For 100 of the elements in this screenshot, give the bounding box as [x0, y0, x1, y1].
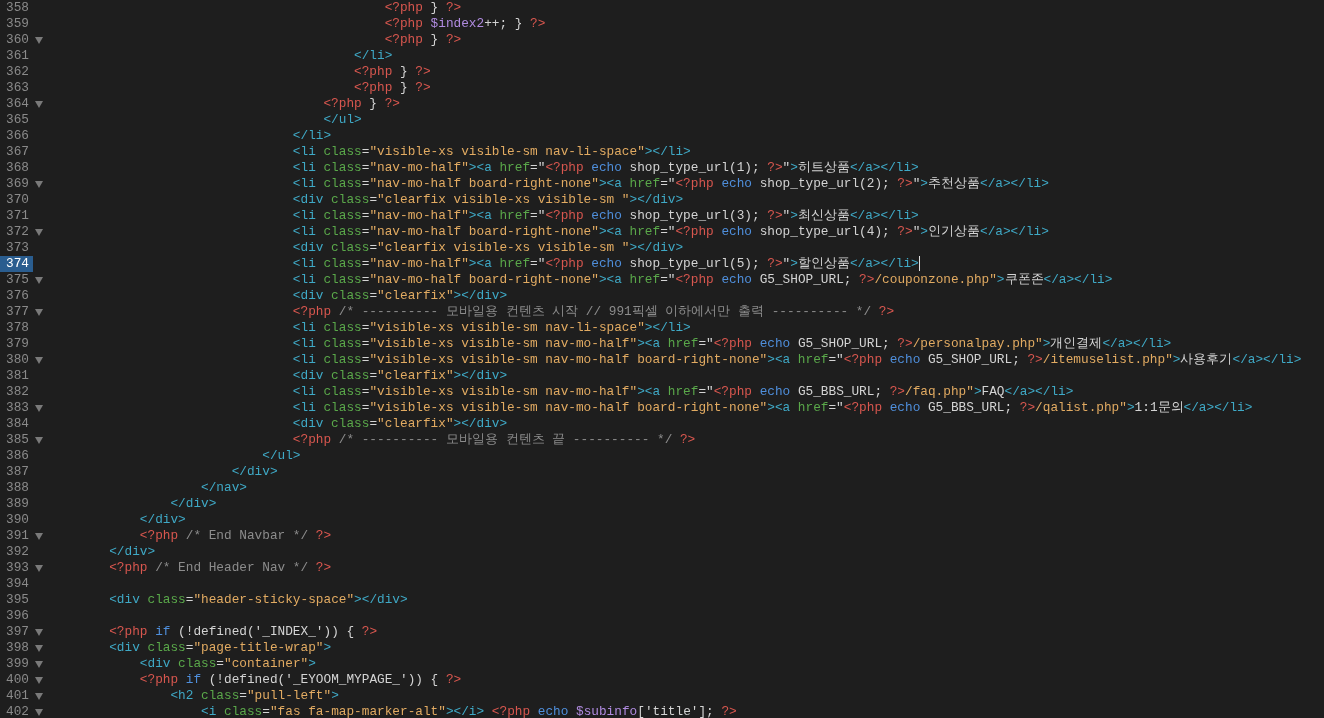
code-line: <?php if (!defined('_INDEX_')) { ?> — [109, 624, 378, 639]
code-line: <?php } ?> — [354, 64, 431, 79]
fold-icon[interactable] — [34, 180, 43, 188]
code-line: <div class="clearfix"></div> — [292, 288, 508, 303]
line-number: 374 — [0, 256, 33, 272]
code-line: <li class="visible-xs visible-sm nav-mo-half"><a href="<?php echo G5_SHOP_URL; ?>/personalpay.php">개인결제</a></li> — [292, 336, 1172, 351]
fold-icon[interactable] — [34, 276, 43, 284]
line-number: 380 — [5, 352, 30, 368]
code-line: </ul> — [323, 112, 362, 127]
line-number: 400 — [5, 672, 30, 688]
code-line: <?php /* End Navbar */ ?> — [139, 528, 332, 543]
code-line: <div class="page-title-wrap"> — [109, 640, 332, 655]
fold-icon[interactable] — [34, 356, 43, 364]
code-line: <li class="nav-mo-half board-right-none"><a href="<?php echo shop_type_url(4); ?>">인기상품</a></li> — [292, 224, 1049, 239]
code-line: </div> — [170, 496, 217, 511]
code-line: <li class="visible-xs visible-sm nav-mo-half board-right-none"><a href="<?php echo G5_BBS_URL; ?>/qalist.php">1:1문의</a></li> — [292, 400, 1253, 415]
line-number: 368 — [5, 160, 30, 176]
code-line: <?php } ?> — [384, 32, 462, 47]
line-number: 399 — [5, 656, 30, 672]
fold-icon[interactable] — [34, 660, 43, 668]
code-line: <li class="nav-mo-half board-right-none"><a href="<?php echo G5_SHOP_URL; ?>/couponzone.php">쿠폰존</a></li> — [292, 272, 1113, 287]
line-number: 373 — [5, 240, 30, 256]
fold-icon[interactable] — [34, 676, 43, 684]
code-line: <?php } ?> — [354, 80, 431, 95]
line-number: 396 — [5, 608, 30, 624]
code-line: <?php /* End Header Nav */ ?> — [109, 560, 332, 575]
line-number: 398 — [5, 640, 30, 656]
code-line: <div class="header-sticky-space"></div> — [109, 592, 408, 607]
line-number: 390 — [5, 512, 30, 528]
code-line: <h2 class="pull-left"> — [170, 688, 339, 703]
code-line: <div class="clearfix"></div> — [292, 368, 508, 383]
line-number: 365 — [5, 112, 30, 128]
line-number: 366 — [5, 128, 30, 144]
code-line: </li> — [354, 48, 393, 63]
code-line: </nav> — [201, 480, 247, 495]
fold-icon[interactable] — [34, 564, 43, 572]
code-line: <?php if (!defined('_EYOOM_MYPAGE_')) { ?> — [139, 672, 462, 687]
line-number: 364 — [5, 96, 30, 112]
code-line: <li class="visible-xs visible-sm nav-li-space"></li> — [292, 144, 691, 159]
line-number: 381 — [5, 368, 30, 384]
line-number: 360 — [5, 32, 30, 48]
code-line: </li> — [292, 128, 332, 143]
line-number: 392 — [5, 544, 30, 560]
line-number: 402 — [5, 704, 30, 718]
code-line: <?php } ?> — [323, 96, 400, 111]
line-number: 393 — [5, 560, 30, 576]
fold-icon[interactable] — [34, 708, 43, 716]
fold-icon[interactable] — [34, 36, 43, 44]
fold-icon[interactable] — [34, 692, 43, 700]
line-number: 363 — [5, 80, 30, 96]
line-number: 386 — [5, 448, 30, 464]
line-number: 359 — [5, 16, 30, 32]
line-number: 385 — [5, 432, 30, 448]
code-line: </div> — [231, 464, 278, 479]
code-line: </ul> — [262, 448, 301, 463]
line-number: 388 — [5, 480, 30, 496]
line-number: 361 — [5, 48, 30, 64]
code-line: <li class="visible-xs visible-sm nav-mo-half"><a href="<?php echo G5_BBS_URL; ?>/faq.php">FAQ</a></li> — [292, 384, 1074, 399]
code-line: <div class="container"> — [139, 656, 316, 671]
code-line: <?php $index2++; } ?> — [384, 16, 546, 31]
line-number: 362 — [5, 64, 30, 80]
line-number: 376 — [5, 288, 30, 304]
line-number: 387 — [5, 464, 30, 480]
line-number: 377 — [5, 304, 30, 320]
line-number: 379 — [5, 336, 30, 352]
code-line: <div class="clearfix"></div> — [292, 416, 508, 431]
line-number: 358 — [5, 0, 30, 16]
fold-icon[interactable] — [34, 100, 43, 108]
line-number: 370 — [5, 192, 30, 208]
line-number: 369 — [5, 176, 30, 192]
fold-icon[interactable] — [34, 628, 43, 636]
fold-icon[interactable] — [34, 532, 43, 540]
line-number: 383 — [5, 400, 30, 416]
fold-icon[interactable] — [34, 228, 43, 236]
code-line: <li class="nav-mo-half"><a href="<?php echo shop_type_url(3); ?>">최신상품</a></li> — [292, 208, 919, 223]
code-line: <li class="nav-mo-half board-right-none"><a href="<?php echo shop_type_url(2); ?>">추천상품</a></li> — [292, 176, 1049, 191]
code-line: <?php } ?> — [384, 0, 462, 15]
code-line: <?php /* ---------- 모바일용 컨텐츠 끝 ---------- */ ?> — [292, 432, 696, 447]
line-number: 394 — [5, 576, 30, 592]
line-number: 378 — [5, 320, 30, 336]
code-line: <li class="nav-mo-half"><a href="<?php echo shop_type_url(1); ?>">히트상품</a></li> — [292, 160, 919, 175]
fold-icon[interactable] — [34, 436, 43, 444]
line-number: 382 — [5, 384, 30, 400]
code-line: </div> — [109, 544, 156, 559]
line-number: 384 — [5, 416, 30, 432]
code-line: <li class="visible-xs visible-sm nav-mo-half board-right-none"><a href="<?php echo G5_SHOP_URL; ?>/itemuselist.php">사용후기</a></li> — [292, 352, 1302, 367]
line-number: 367 — [5, 144, 30, 160]
line-number: 401 — [5, 688, 30, 704]
code-line: <li class="nav-mo-half"><a href="<?php echo shop_type_url(5); ?>">할인상품</a></li> — [292, 256, 919, 271]
fold-icon[interactable] — [34, 644, 43, 652]
line-number: 397 — [5, 624, 30, 640]
line-number: 371 — [5, 208, 30, 224]
fold-icon[interactable] — [34, 308, 43, 316]
fold-icon[interactable] — [34, 404, 43, 412]
line-number: 372 — [5, 224, 30, 240]
code-line: <div class="clearfix visible-xs visible-sm "></div> — [292, 240, 684, 255]
code-line: <i class="fas fa-map-marker-alt"></i> <?php echo $subinfo['title']; ?> — [201, 704, 737, 718]
code-line: </div> — [139, 512, 186, 527]
line-number: 389 — [5, 496, 30, 512]
line-number: 375 — [5, 272, 30, 288]
